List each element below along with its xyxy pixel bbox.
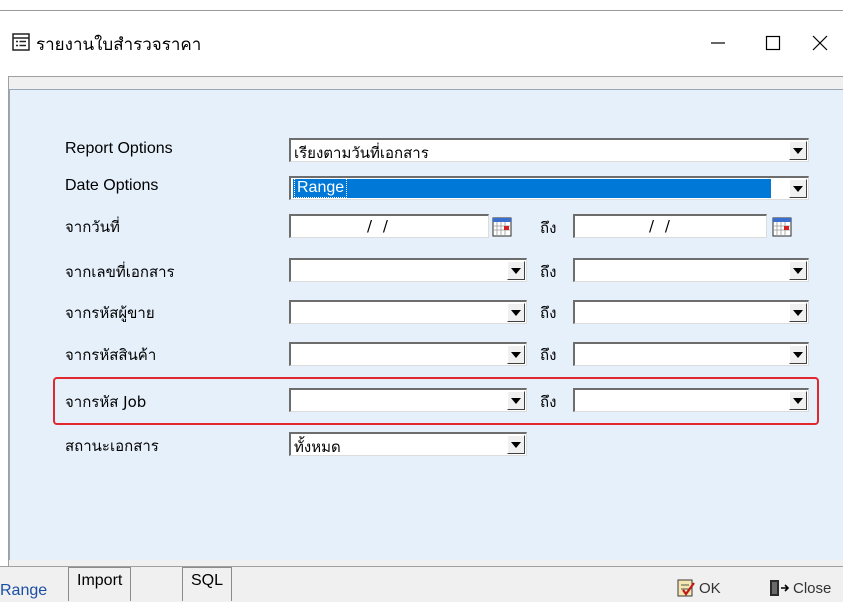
tab-sql[interactable]: SQL bbox=[182, 567, 233, 601]
close-icon bbox=[812, 35, 828, 51]
ok-label: OK bbox=[699, 579, 721, 597]
to-label: ถึง bbox=[540, 263, 557, 281]
from-doc-no-select[interactable] bbox=[289, 258, 527, 282]
report-options-label: Report Options bbox=[65, 140, 173, 157]
from-date-input[interactable]: / / bbox=[289, 214, 489, 238]
close-dialog-button[interactable]: Close bbox=[768, 578, 831, 598]
to-label: ถึง bbox=[540, 219, 557, 237]
date-options-label: Date Options bbox=[65, 177, 159, 194]
from-job-select[interactable] bbox=[289, 388, 527, 412]
calendar-icon[interactable] bbox=[492, 217, 512, 237]
from-product-select[interactable] bbox=[289, 342, 527, 366]
selection-highlight bbox=[293, 179, 771, 198]
doc-status-value: ทั้งหมด bbox=[294, 438, 341, 456]
report-options-value: เรียงตามวันที่เอกสาร bbox=[294, 144, 429, 162]
chevron-down-icon[interactable] bbox=[507, 391, 525, 410]
title-bar: รายงานใบสำรวจราคา bbox=[0, 11, 843, 75]
tab-range[interactable]: Range bbox=[0, 582, 47, 616]
report-list-icon bbox=[12, 33, 30, 51]
to-label: ถึง bbox=[540, 393, 557, 411]
chevron-down-icon[interactable] bbox=[789, 261, 807, 280]
to-doc-no-select[interactable] bbox=[573, 258, 809, 282]
report-options-select[interactable]: เรียงตามวันที่เอกสาร bbox=[289, 138, 809, 162]
chevron-down-icon[interactable] bbox=[507, 303, 525, 322]
chevron-down-icon[interactable] bbox=[789, 303, 807, 322]
from-date-label: จากวันที่ bbox=[65, 218, 120, 236]
from-salesperson-label: จากรหัสผู้ขาย bbox=[65, 304, 155, 322]
chevron-down-icon[interactable] bbox=[507, 345, 525, 364]
window-top-edge bbox=[0, 0, 843, 11]
maximize-icon bbox=[765, 35, 781, 51]
from-salesperson-select[interactable] bbox=[289, 300, 527, 324]
to-label: ถึง bbox=[540, 304, 557, 322]
from-doc-no-label: จากเลขที่เอกสาร bbox=[65, 263, 175, 281]
checklist-icon bbox=[677, 579, 695, 597]
from-product-label: จากรหัสสินค้า bbox=[65, 346, 157, 364]
minimize-icon bbox=[711, 42, 725, 44]
tab-import[interactable]: Import bbox=[68, 567, 132, 601]
close-button[interactable] bbox=[797, 23, 843, 63]
to-date-value: / / bbox=[649, 217, 673, 235]
chevron-down-icon[interactable] bbox=[789, 141, 807, 160]
ok-button[interactable]: OK bbox=[676, 578, 721, 598]
close-label: Close bbox=[793, 579, 832, 597]
chevron-down-icon[interactable] bbox=[789, 391, 807, 410]
date-options-value: Range bbox=[294, 178, 348, 198]
minimize-button[interactable] bbox=[695, 23, 741, 63]
chevron-down-icon[interactable] bbox=[789, 345, 807, 364]
window-title: รายงานใบสำรวจราคา bbox=[36, 35, 202, 55]
chevron-down-icon[interactable] bbox=[507, 435, 525, 454]
to-salesperson-select[interactable] bbox=[573, 300, 809, 324]
chevron-down-icon[interactable] bbox=[507, 261, 525, 280]
exit-door-icon bbox=[770, 580, 790, 596]
date-options-select[interactable]: Range bbox=[289, 176, 809, 200]
from-date-value: / / bbox=[367, 217, 391, 235]
maximize-button[interactable] bbox=[750, 23, 796, 63]
calendar-icon[interactable] bbox=[772, 217, 792, 237]
chevron-down-icon[interactable] bbox=[789, 179, 807, 198]
doc-status-label: สถานะเอกสาร bbox=[65, 437, 159, 455]
from-job-label: จากรหัส Job bbox=[65, 393, 147, 411]
doc-status-select[interactable]: ทั้งหมด bbox=[289, 432, 527, 456]
to-date-input[interactable]: / / bbox=[573, 214, 767, 238]
to-product-select[interactable] bbox=[573, 342, 809, 366]
to-job-select[interactable] bbox=[573, 388, 809, 412]
to-label: ถึง bbox=[540, 346, 557, 364]
